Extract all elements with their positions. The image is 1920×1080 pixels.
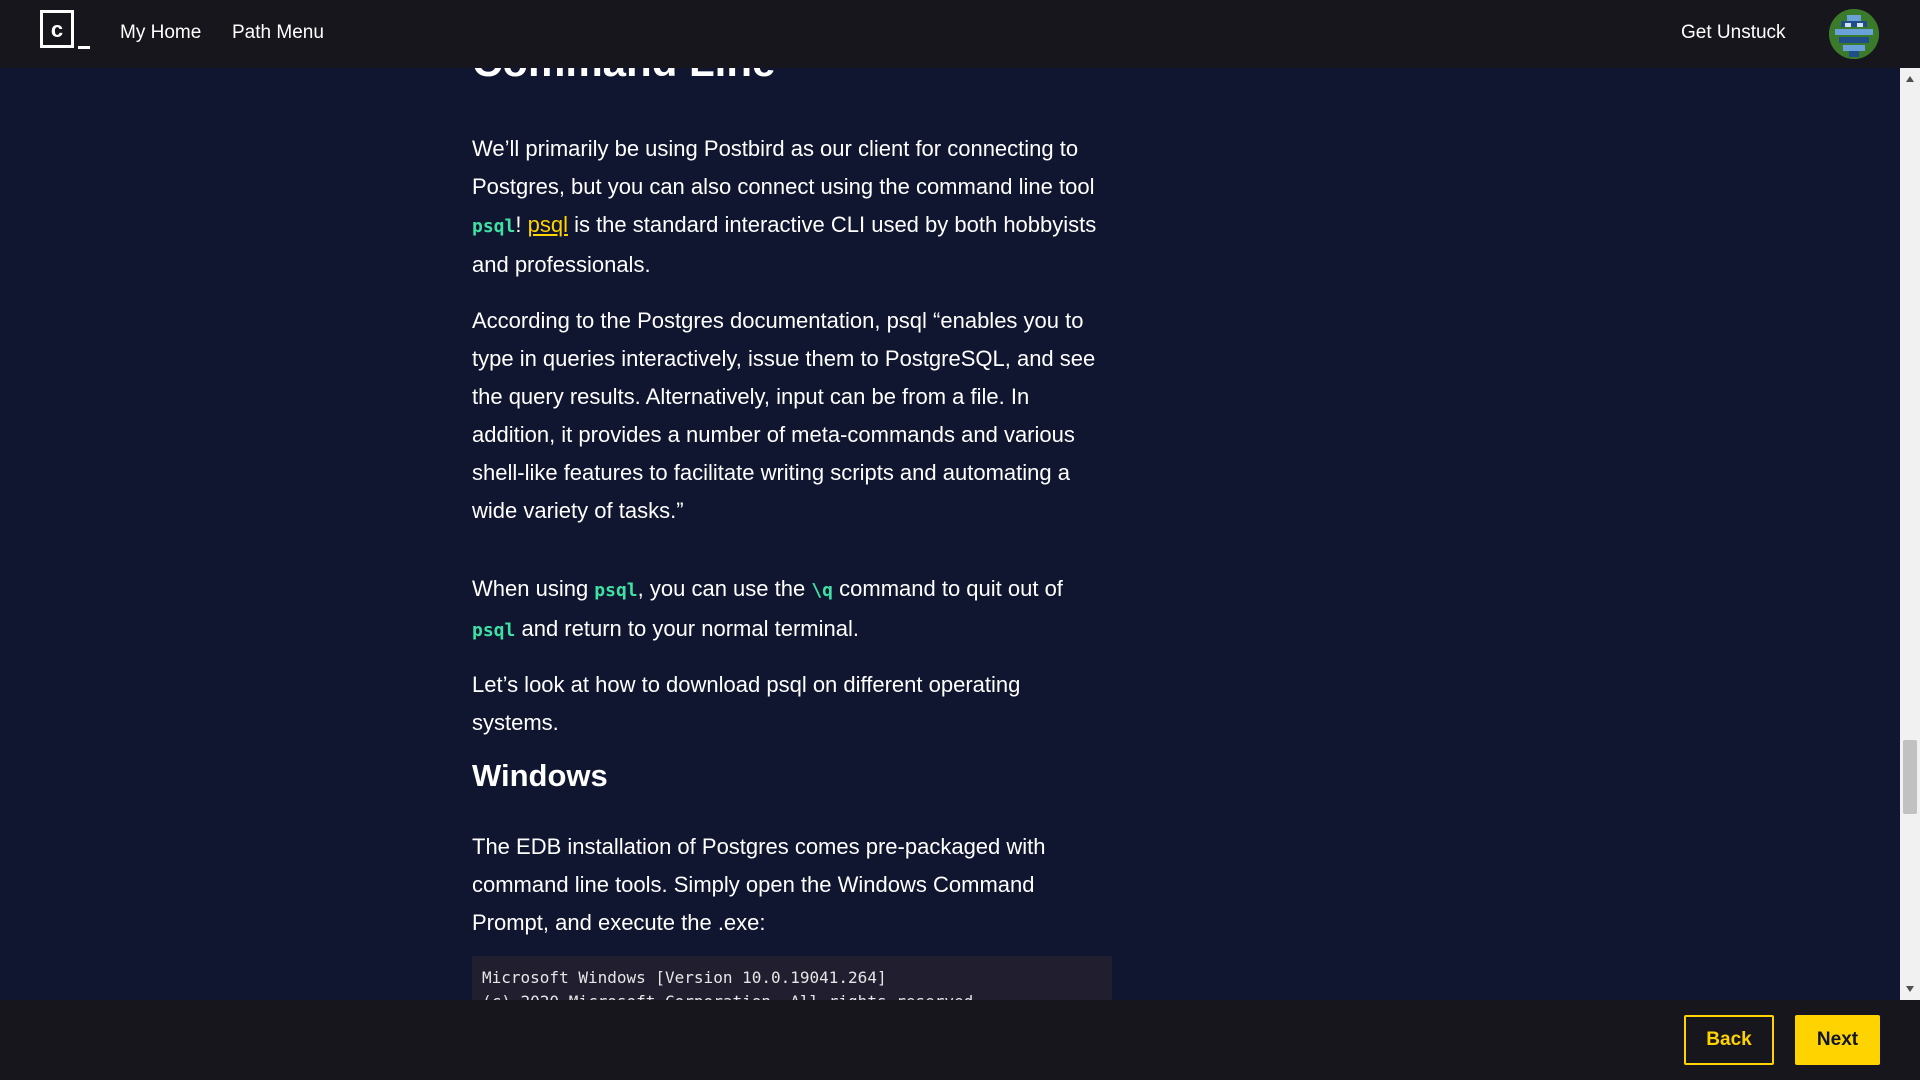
next-button[interactable]: Next: [1795, 1015, 1880, 1065]
text-segment: command to quit out of: [833, 576, 1063, 601]
lesson-content[interactable]: Command Line We’ll primarily be using Po…: [0, 68, 1900, 1000]
logo-box: c: [40, 10, 74, 48]
paragraph-intro: We’ll primarily be using Postbird as our…: [472, 130, 1112, 284]
paragraph-download-psql: Let’s look at how to download psql on di…: [472, 672, 1021, 735]
paragraph-windows: The EDB installation of Postgres comes p…: [472, 834, 1046, 935]
section-heading: Command Line: [472, 68, 1112, 88]
codecademy-logo[interactable]: c: [40, 10, 92, 52]
avatar[interactable]: [1829, 9, 1879, 59]
code-block[interactable]: Microsoft Windows [Version 10.0.19041.26…: [472, 956, 1112, 1000]
avatar-icon: [1829, 9, 1879, 59]
top-nav: c My Home Path Menu Get Unstuck: [0, 0, 1920, 68]
psql-link[interactable]: psql: [528, 212, 568, 237]
nav-get-unstuck[interactable]: Get Unstuck: [1681, 22, 1786, 44]
scroll-down-arrow-icon[interactable]: [1906, 986, 1914, 992]
scrollbar[interactable]: [1900, 68, 1920, 1000]
paragraph-quit-command: When using psql, you can use the \q comm…: [472, 570, 1112, 650]
text-segment: !: [515, 212, 528, 237]
scrollbar-thumb[interactable]: [1903, 740, 1917, 814]
inline-code: psql: [472, 216, 516, 237]
logo-cursor: [78, 46, 90, 49]
back-button[interactable]: Back: [1684, 1015, 1774, 1065]
nav-path-menu[interactable]: Path Menu: [232, 22, 324, 44]
code-line: (c) 2020 Microsoft Corporation. All righ…: [482, 992, 983, 1000]
inline-code: psql: [472, 620, 516, 641]
scroll-up-arrow-icon[interactable]: [1906, 76, 1914, 82]
text-segment: , you can use the: [637, 576, 812, 601]
logo-letter: c: [50, 17, 64, 42]
text-segment: We’ll primarily be using Postbird as our…: [472, 136, 1095, 199]
article: Command Line We’ll primarily be using Po…: [472, 68, 1112, 1000]
text-segment: When using: [472, 576, 595, 601]
inline-code: \q: [811, 580, 834, 601]
nav-my-home[interactable]: My Home: [120, 22, 201, 44]
code-block-text: Microsoft Windows [Version 10.0.19041.26…: [472, 956, 1112, 1000]
code-line: Microsoft Windows [Version 10.0.19041.26…: [482, 968, 887, 987]
bottom-bar: Back Next: [0, 1000, 1920, 1080]
text-segment: and return to your normal terminal.: [515, 616, 859, 641]
windows-heading: Windows: [472, 758, 608, 793]
inline-code: psql: [594, 580, 638, 601]
paragraph-documentation-quote: According to the Postgres documentation,…: [472, 308, 1096, 523]
